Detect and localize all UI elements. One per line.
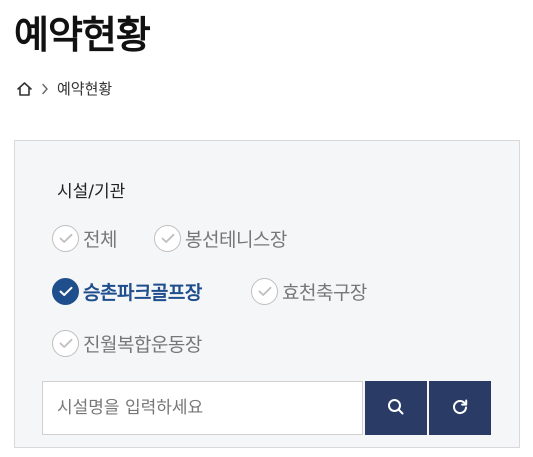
option-label: 효천축구장 (282, 282, 367, 304)
search-icon (387, 398, 405, 419)
home-icon[interactable] (16, 81, 33, 97)
page-title: 예약현황 (14, 13, 151, 57)
breadcrumb: 예약현황 (16, 78, 112, 99)
option-bongseon-tennis[interactable]: 봉선테니스장 (154, 225, 287, 252)
refresh-icon (451, 398, 469, 419)
facility-search-input[interactable] (42, 381, 363, 435)
check-icon (251, 278, 278, 305)
option-hyocheon-soccer[interactable]: 효천축구장 (251, 278, 367, 305)
check-icon (52, 225, 79, 252)
check-icon (52, 330, 79, 357)
option-jinwol-complex[interactable]: 진월복합운동장 (52, 330, 202, 357)
filter-panel: 시설/기관 전체 봉선테니스장 승촌파크골프장 효천축구장 진월복합운동장 시설… (14, 140, 520, 448)
facility-group-label: 시설/기관 (57, 182, 126, 202)
refresh-button[interactable] (429, 381, 491, 435)
option-seungchon-parkgolf[interactable]: 승촌파크골프장 (52, 278, 202, 305)
chevron-right-icon (41, 83, 49, 95)
option-all[interactable]: 전체 (52, 225, 117, 252)
option-label: 전체 (83, 229, 117, 251)
page: 예약현황 예약현황 시설/기관 전체 봉선테니스장 승촌파크골프장 효천축구장 … (0, 0, 533, 457)
option-label: 승촌파크골프장 (83, 282, 202, 304)
breadcrumb-current: 예약현황 (57, 80, 113, 98)
check-icon (52, 278, 79, 305)
option-label: 봉선테니스장 (185, 229, 287, 251)
search-button[interactable] (365, 381, 427, 435)
check-icon (154, 225, 181, 252)
option-label: 진월복합운동장 (83, 334, 202, 356)
